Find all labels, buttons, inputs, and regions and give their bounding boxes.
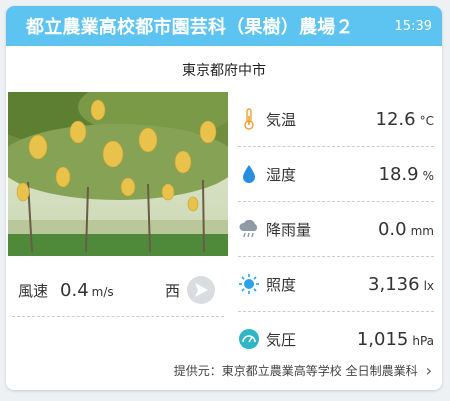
sun-icon xyxy=(238,273,260,295)
rainfall-unit: mm xyxy=(410,224,434,238)
weather-card: 都立農業高校都市園芸科（果樹）農場２ 15:39 東京都府中市 風速 0.4 m… xyxy=(6,6,442,390)
temperature-row: 気温 12.6 °C xyxy=(238,92,434,147)
update-time: 15:39 xyxy=(394,18,432,34)
temperature-value: 12.6 xyxy=(375,108,416,130)
source-link[interactable]: 提供元：東京都立農業高等学校 全日制農業科 › xyxy=(174,361,432,380)
temperature-label: 気温 xyxy=(266,110,297,129)
rainfall-row: 降雨量 0.0 mm xyxy=(238,202,434,257)
gauge-icon xyxy=(238,328,260,350)
wind-label: 風速 xyxy=(18,281,49,300)
metrics-list: 気温 12.6 °C 湿度 18.9 % 降雨量 0.0 mm 照度 3,136 xyxy=(238,92,434,366)
wind-direction-arrow-icon xyxy=(187,276,215,304)
pressure-unit: hPa xyxy=(412,334,434,348)
card-header: 都立農業高校都市園芸科（果樹）農場２ 15:39 xyxy=(6,6,442,46)
humidity-unit: % xyxy=(422,169,434,183)
location-label: 東京都府中市 xyxy=(182,63,266,79)
wind-row: 風速 0.4 m/s 西 xyxy=(12,264,224,317)
wind-value: 0.4 xyxy=(60,279,89,301)
droplet-icon xyxy=(238,163,260,185)
thermometer-icon xyxy=(238,108,260,130)
orchard-photo xyxy=(8,92,228,256)
wind-direction: 西 xyxy=(164,281,180,300)
pressure-label: 気圧 xyxy=(266,330,297,349)
station-title: 都立農業高校都市園芸科（果樹）農場２ xyxy=(26,17,354,38)
illuminance-value: 3,136 xyxy=(368,273,420,295)
humidity-value: 18.9 xyxy=(378,163,419,185)
source-text: 提供元：東京都立農業高等学校 全日制農業科 xyxy=(173,364,418,378)
illuminance-row: 照度 3,136 lx xyxy=(238,257,434,312)
humidity-row: 湿度 18.9 % xyxy=(238,147,434,202)
rain-cloud-icon xyxy=(238,218,260,240)
pressure-row: 気圧 1,015 hPa xyxy=(238,312,434,366)
rainfall-value: 0.0 xyxy=(377,218,407,240)
pressure-value: 1,015 xyxy=(356,328,409,350)
temperature-unit: °C xyxy=(419,114,434,128)
illuminance-unit: lx xyxy=(423,279,434,293)
rainfall-label: 降雨量 xyxy=(266,220,312,239)
wind-unit: m/s xyxy=(91,285,114,299)
chevron-right-icon: › xyxy=(425,361,432,380)
humidity-label: 湿度 xyxy=(266,165,297,184)
illuminance-label: 照度 xyxy=(266,275,297,294)
